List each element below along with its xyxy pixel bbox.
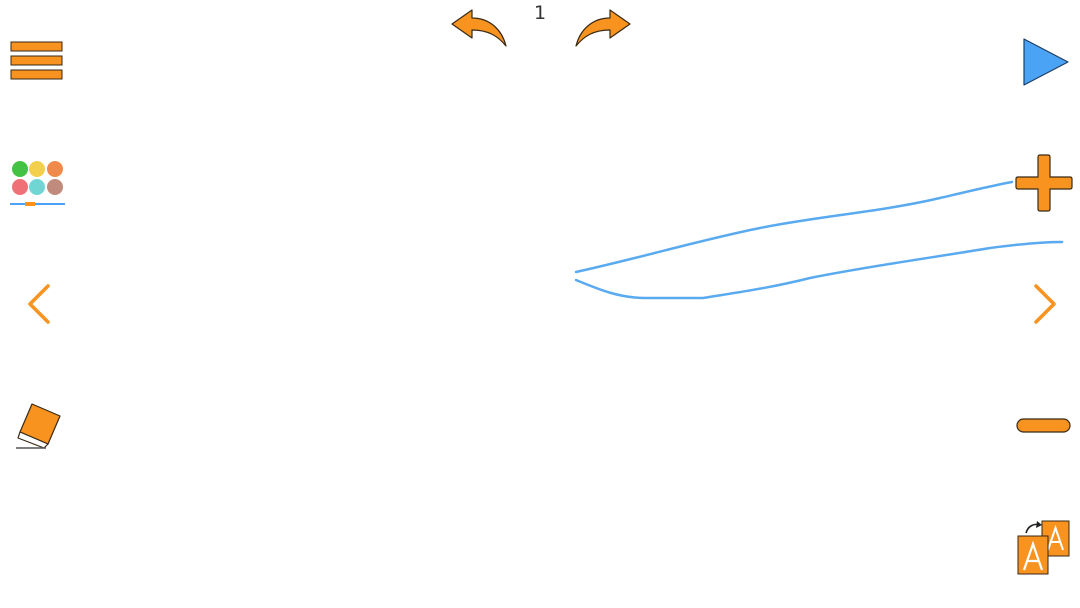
- chevron-right-icon: [1034, 284, 1056, 324]
- previous-page-button[interactable]: [26, 284, 52, 324]
- eraser-button[interactable]: [14, 402, 64, 450]
- color-palette-icon: [10, 161, 65, 206]
- undo-button[interactable]: [450, 8, 510, 48]
- redo-button[interactable]: [572, 8, 632, 48]
- drawing-canvas[interactable]: [0, 0, 1080, 608]
- chevron-left-icon: [28, 284, 50, 324]
- zoom-out-button[interactable]: [1016, 418, 1072, 434]
- menu-button[interactable]: [10, 41, 64, 81]
- page-number: 1: [533, 2, 547, 24]
- font-size-button[interactable]: [1016, 520, 1072, 576]
- plus-icon: [1015, 154, 1073, 212]
- ink-stroke: [574, 180, 1014, 274]
- zoom-in-button[interactable]: [1015, 154, 1073, 212]
- minus-icon: [1016, 418, 1071, 433]
- ink-stroke: [574, 240, 1064, 300]
- undo-arrow-icon: [451, 9, 507, 47]
- redo-arrow-icon: [575, 9, 631, 47]
- play-icon: [1023, 38, 1069, 86]
- font-size-icon: [1017, 520, 1070, 575]
- next-page-button[interactable]: [1032, 284, 1058, 324]
- hamburger-menu-icon: [10, 41, 63, 80]
- color-palette-button[interactable]: [10, 160, 66, 210]
- play-button[interactable]: [1022, 37, 1070, 87]
- drawing-app: 1: [0, 0, 1080, 608]
- eraser-icon: [16, 403, 61, 449]
